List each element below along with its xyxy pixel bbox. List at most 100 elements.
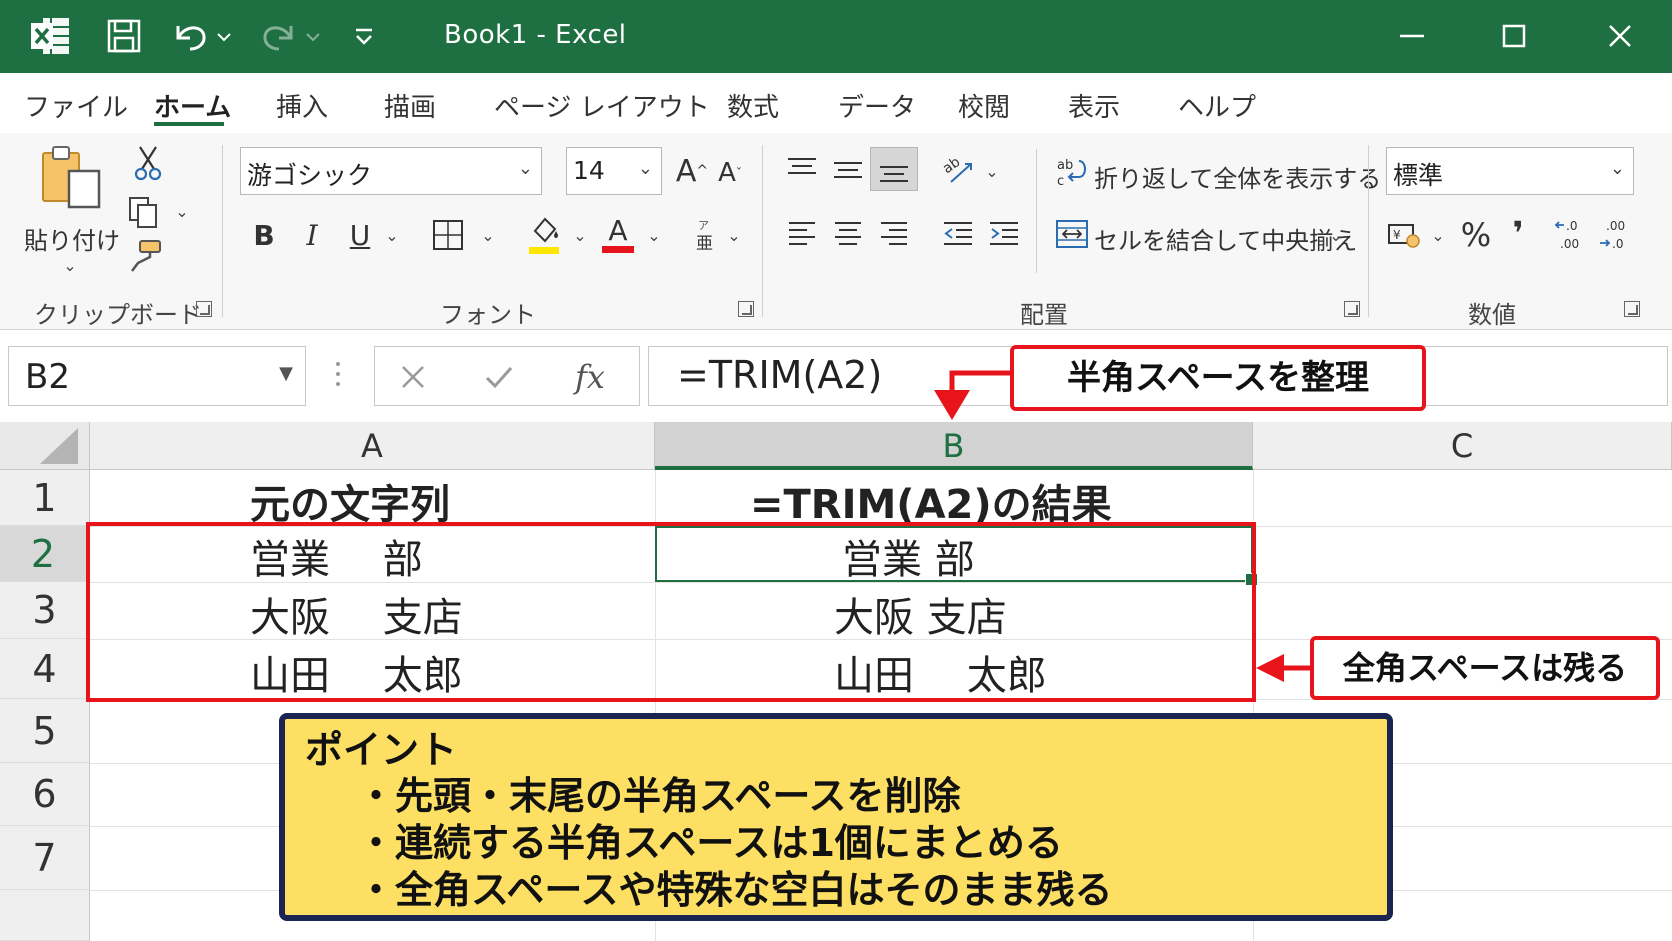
tab-review[interactable]: 校閲	[958, 87, 1010, 124]
group-separator	[222, 145, 223, 317]
row-header-7[interactable]: 7	[0, 826, 90, 890]
format-painter-icon[interactable]	[124, 237, 166, 275]
redo-icon[interactable]	[254, 14, 326, 58]
chevron-down-icon[interactable]: ▼	[279, 363, 293, 384]
callout-half-width-space: 半角スペースを整理	[1010, 345, 1426, 411]
borders-dropdown-icon[interactable]: ⌄	[478, 225, 498, 245]
save-icon[interactable]	[100, 14, 148, 58]
fill-color-icon[interactable]	[524, 211, 564, 257]
row-header-6[interactable]: 6	[0, 763, 90, 826]
tab-formulas[interactable]: 数式	[727, 87, 779, 124]
font-color-glyph: A	[608, 213, 628, 247]
alignment-group-label: 配置	[1020, 301, 1068, 329]
svg-text:.0: .0	[1566, 219, 1577, 233]
maximize-icon[interactable]	[1484, 10, 1544, 62]
merge-dropdown-icon[interactable]: ⌄	[1326, 225, 1346, 245]
alignment-launcher-icon[interactable]	[1344, 301, 1360, 317]
fill-color-dropdown-icon[interactable]: ⌄	[570, 225, 590, 245]
font-launcher-icon[interactable]	[738, 301, 754, 317]
tab-help[interactable]: ヘルプ	[1178, 87, 1256, 124]
tab-page-layout[interactable]: ページ レイアウト	[494, 87, 710, 124]
row-header-2[interactable]: 2	[0, 526, 90, 582]
ribbon-tabs: ファイル ホーム 挿入 描画 ページ レイアウト 数式 データ 校閲 表示 ヘル…	[0, 73, 1672, 133]
chevron-down-icon[interactable]: ⌄	[518, 158, 533, 179]
group-separator	[762, 145, 763, 317]
column-header-b[interactable]: B	[655, 422, 1253, 470]
underline-button[interactable]: U	[342, 213, 378, 257]
align-right-icon[interactable]	[874, 213, 914, 253]
cut-icon[interactable]	[128, 143, 168, 183]
increase-decimal-icon[interactable]: .0.00	[1550, 213, 1590, 255]
wrap-text-button[interactable]: 折り返して全体を表示する	[1094, 159, 1381, 194]
accounting-format-icon[interactable]: ¥	[1384, 215, 1424, 255]
select-all-button[interactable]	[0, 422, 90, 470]
percent-style-button[interactable]: %	[1456, 213, 1496, 257]
group-separator	[1368, 145, 1369, 317]
customize-qat-icon[interactable]	[346, 14, 382, 58]
number-launcher-icon[interactable]	[1624, 301, 1640, 317]
formula-bar-grip-icon[interactable]	[335, 360, 341, 388]
font-color-dropdown-icon[interactable]: ⌄	[644, 225, 664, 245]
accounting-dropdown-icon[interactable]: ⌄	[1428, 225, 1448, 245]
shrink-font-button[interactable]: Aˇ	[712, 153, 748, 193]
increase-indent-icon[interactable]	[984, 213, 1024, 253]
svg-text:.00: .00	[1560, 237, 1579, 251]
orientation-icon[interactable]: ab	[938, 149, 978, 189]
font-color-button[interactable]: A	[598, 211, 638, 257]
row-header-1[interactable]: 1	[0, 470, 90, 526]
tab-data[interactable]: データ	[838, 87, 916, 124]
bold-button[interactable]: B	[246, 213, 282, 257]
copy-icon[interactable]	[124, 193, 164, 233]
tab-draw[interactable]: 描画	[384, 87, 436, 124]
italic-button[interactable]: I	[294, 213, 330, 257]
align-middle-icon[interactable]	[828, 151, 868, 187]
row-header-5[interactable]: 5	[0, 699, 90, 763]
svg-text:.0: .0	[1612, 237, 1623, 251]
column-header-a[interactable]: A	[90, 422, 655, 470]
column-header-c[interactable]: C	[1253, 422, 1672, 470]
undo-icon[interactable]	[165, 14, 237, 58]
decrease-decimal-icon[interactable]: .00.0	[1594, 213, 1634, 255]
close-icon[interactable]	[1590, 10, 1650, 62]
tab-file[interactable]: ファイル	[24, 87, 128, 124]
font-name-combo[interactable]: 游ゴシック ⌄	[240, 147, 542, 195]
paste-icon[interactable]	[36, 143, 108, 213]
align-left-icon[interactable]	[782, 213, 822, 253]
underline-dropdown-icon[interactable]: ⌄	[382, 225, 402, 245]
phonetic-guide-icon[interactable]: ア亜	[690, 215, 720, 255]
number-format-combo[interactable]: 標準 ⌄	[1386, 147, 1634, 195]
paste-dropdown-icon[interactable]: ⌄	[60, 255, 80, 275]
row-header-8[interactable]	[0, 890, 90, 941]
chevron-down-icon[interactable]: ⌄	[1610, 158, 1625, 179]
row-header-4[interactable]: 4	[0, 639, 90, 699]
tab-home[interactable]: ホーム	[154, 87, 231, 124]
tab-view[interactable]: 表示	[1068, 87, 1120, 124]
decrease-indent-icon[interactable]	[938, 213, 978, 253]
tab-insert[interactable]: 挿入	[276, 87, 328, 124]
chevron-down-icon[interactable]: ⌄	[638, 158, 653, 179]
name-box[interactable]: B2 ▼	[8, 346, 306, 406]
minimize-icon[interactable]	[1382, 10, 1442, 62]
align-bottom-icon[interactable]	[870, 147, 918, 191]
paste-button[interactable]: 貼り付け	[24, 221, 120, 256]
cancel-entry-icon[interactable]	[393, 357, 433, 397]
merge-center-button[interactable]: セルを結合して中央揃え	[1094, 221, 1357, 256]
align-center-icon[interactable]	[828, 213, 868, 253]
clipboard-launcher-icon[interactable]	[196, 301, 212, 317]
insert-function-button[interactable]: fx	[565, 355, 615, 399]
merge-center-icon[interactable]	[1052, 215, 1092, 253]
row-header-3[interactable]: 3	[0, 582, 90, 639]
number-format-value: 標準	[1393, 161, 1444, 190]
confirm-entry-icon[interactable]	[479, 357, 519, 397]
align-top-icon[interactable]	[782, 151, 822, 187]
svg-text:¥: ¥	[1393, 228, 1401, 242]
font-size-combo[interactable]: 14 ⌄	[566, 147, 662, 195]
borders-icon[interactable]	[428, 215, 468, 255]
grow-font-button[interactable]: A ^	[672, 151, 712, 191]
point-item: ・全角スペースや特殊な空白はそのまま残る	[357, 868, 1113, 912]
orientation-dropdown-icon[interactable]: ⌄	[982, 161, 1002, 181]
copy-dropdown-icon[interactable]: ⌄	[172, 201, 192, 221]
wrap-text-icon[interactable]: ab c	[1052, 153, 1092, 191]
phonetic-dropdown-icon[interactable]: ⌄	[724, 225, 744, 245]
comma-style-button[interactable]: ❜	[1500, 211, 1536, 255]
